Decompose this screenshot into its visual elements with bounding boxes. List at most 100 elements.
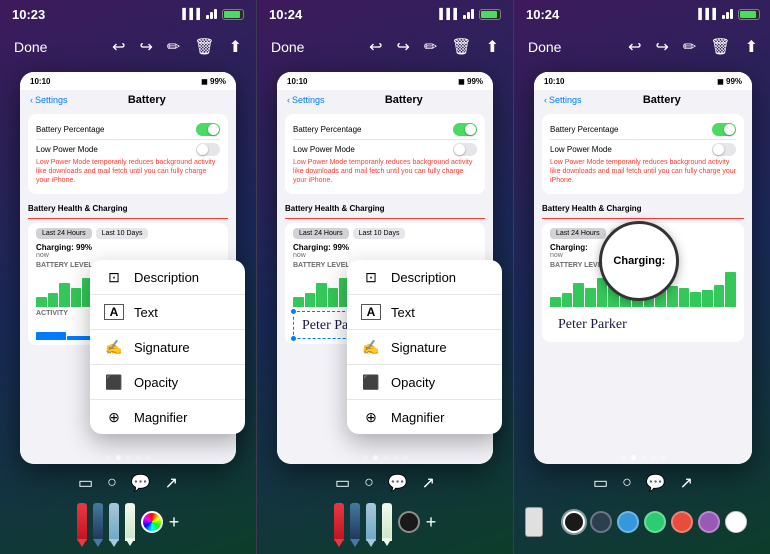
oval-tool-2[interactable]: ○ xyxy=(364,474,374,492)
iphone-status-2: 10:10 ◼ 99% xyxy=(277,72,493,90)
eraser-tool-3[interactable] xyxy=(525,507,543,537)
description-icon-1: ⊡ xyxy=(104,269,124,285)
menu-text-2[interactable]: A Text xyxy=(347,295,502,330)
opacity-icon-2: ⬛ xyxy=(361,374,381,390)
speech-tool-2[interactable]: 💬 xyxy=(388,473,408,493)
battery-health-2: Battery Health & Charging xyxy=(285,198,485,219)
opacity-label-2: Opacity xyxy=(391,375,435,390)
share-button-3[interactable]: ⬆ xyxy=(745,37,758,57)
redo-button-2[interactable]: ↪ xyxy=(396,37,409,57)
magnifier-circle-3: Charging: xyxy=(599,221,679,301)
nav-back-1: ‹ Settings xyxy=(30,95,68,105)
undo-button-3[interactable]: ↩ xyxy=(628,37,641,57)
rect-tool-2[interactable]: ▭ xyxy=(335,473,350,493)
markup-button-3[interactable]: ✏ xyxy=(683,37,696,57)
iphone-nav-1: ‹ Settings Battery xyxy=(20,90,236,110)
chart-tabs-1: Last 24 Hours Last 10 Days xyxy=(36,228,220,239)
description-label-2: Description xyxy=(391,270,456,285)
redo-button-3[interactable]: ↪ xyxy=(655,37,668,57)
battery-pct-toggle[interactable] xyxy=(196,123,220,136)
share-button-2[interactable]: ⬆ xyxy=(486,37,499,57)
color-dot-2[interactable] xyxy=(398,511,420,533)
color-white-3[interactable] xyxy=(725,511,747,533)
bottom-toolbar-3: ▭ ○ 💬 ↗ xyxy=(514,469,770,554)
color-wheel-1[interactable] xyxy=(141,511,163,533)
add-button-2[interactable]: + xyxy=(426,512,437,533)
iphone-time-2: 10:10 xyxy=(287,77,307,86)
color-green-3[interactable] xyxy=(644,511,666,533)
rect-tool-1[interactable]: ▭ xyxy=(78,473,93,493)
speech-tool-3[interactable]: 💬 xyxy=(646,473,666,493)
oval-tool-1[interactable]: ○ xyxy=(107,474,117,492)
iphone-status-3: 10:10 ◼ 99% xyxy=(534,72,752,90)
dot-1-4 xyxy=(136,455,141,460)
menu-signature-1[interactable]: ✍ Signature xyxy=(90,330,245,365)
battery-pct-label: Battery Percentage xyxy=(36,125,104,134)
pen-light-2[interactable] xyxy=(366,503,376,541)
context-menu-2: ⊡ Description A Text ✍ Signature ⬛ Opaci… xyxy=(347,260,502,434)
trash-button-2[interactable]: 🗑 xyxy=(451,37,471,57)
tab-24h-3[interactable]: Last 24 Hours xyxy=(550,228,606,239)
pen-white-2[interactable] xyxy=(382,503,392,541)
pen-blue-2[interactable] xyxy=(350,503,360,541)
oval-tool-3[interactable]: ○ xyxy=(622,474,632,492)
redo-button-1[interactable]: ↪ xyxy=(139,37,152,57)
pen-light-1[interactable] xyxy=(109,503,119,541)
battery-percentage-section: Battery Percentage Low Power Mode Low Po… xyxy=(28,114,228,194)
magnifier-text-3: Charging: xyxy=(613,255,665,267)
color-purple-3[interactable] xyxy=(698,511,720,533)
battery-icon-3 xyxy=(738,9,760,20)
color-red-3[interactable] xyxy=(671,511,693,533)
low-power-toggle-2[interactable] xyxy=(453,143,477,156)
dot-2-4 xyxy=(393,455,398,460)
rect-tool-3[interactable]: ▭ xyxy=(593,473,608,493)
signal-icon-1: ▐▐▐ xyxy=(179,9,200,20)
low-power-toggle-3[interactable] xyxy=(712,143,736,156)
add-button-1[interactable]: + xyxy=(169,512,180,533)
arrow-tool-3[interactable]: ↗ xyxy=(680,473,693,493)
pen-blue-1[interactable] xyxy=(93,503,103,541)
iphone-nav-2: ‹ Settings Battery xyxy=(277,90,493,110)
color-darkblue-3[interactable] xyxy=(590,511,612,533)
low-power-toggle[interactable] xyxy=(196,143,220,156)
battery-pct-toggle-3[interactable] xyxy=(712,123,736,136)
dot-3-3 xyxy=(641,455,646,460)
pen-white-1[interactable] xyxy=(125,503,135,541)
markup-button-1[interactable]: ✏ xyxy=(167,37,180,57)
trash-button-3[interactable]: 🗑 xyxy=(710,37,730,57)
menu-magnifier-1[interactable]: ⊕ Magnifier xyxy=(90,400,245,434)
pen-red-1[interactable] xyxy=(77,503,87,541)
menu-opacity-1[interactable]: ⬛ Opacity xyxy=(90,365,245,400)
arrow-tool-2[interactable]: ↗ xyxy=(422,473,435,493)
iphone-time-3: 10:10 xyxy=(544,77,564,86)
tab-24h-2[interactable]: Last 24 Hours xyxy=(293,228,349,239)
battery-pct-toggle-2[interactable] xyxy=(453,123,477,136)
battery-fill-2 xyxy=(481,11,497,18)
speech-tool-1[interactable]: 💬 xyxy=(131,473,151,493)
charging-time-1: now xyxy=(36,252,220,259)
color-blue-3[interactable] xyxy=(617,511,639,533)
menu-magnifier-2[interactable]: ⊕ Magnifier xyxy=(347,400,502,434)
done-button-1[interactable]: Done xyxy=(14,39,47,55)
tab-10d[interactable]: Last 10 Days xyxy=(96,228,149,239)
tab-24h[interactable]: Last 24 Hours xyxy=(36,228,92,239)
share-button-1[interactable]: ⬆ xyxy=(229,37,242,57)
menu-signature-2[interactable]: ✍ Signature xyxy=(347,330,502,365)
nav-back-2: ‹ Settings xyxy=(287,95,325,105)
done-button-2[interactable]: Done xyxy=(271,39,304,55)
menu-description-1[interactable]: ⊡ Description xyxy=(90,260,245,295)
pen-red-2[interactable] xyxy=(334,503,344,541)
undo-button-1[interactable]: ↩ xyxy=(112,37,125,57)
menu-description-2[interactable]: ⊡ Description xyxy=(347,260,502,295)
menu-opacity-2[interactable]: ⬛ Opacity xyxy=(347,365,502,400)
arrow-tool-1[interactable]: ↗ xyxy=(165,473,178,493)
markup-button-2[interactable]: ✏ xyxy=(424,37,437,57)
color-black-3[interactable] xyxy=(563,511,585,533)
toolbar-icons-2: ↩ ↪ ✏ 🗑 ⬆ xyxy=(369,37,499,57)
tab-10d-2[interactable]: Last 10 Days xyxy=(353,228,406,239)
menu-text-1[interactable]: A Text xyxy=(90,295,245,330)
done-button-3[interactable]: Done xyxy=(528,39,561,55)
undo-button-2[interactable]: ↩ xyxy=(369,37,382,57)
trash-button-1[interactable]: 🗑 xyxy=(194,37,214,57)
drawing-tools-3 xyxy=(515,497,770,547)
